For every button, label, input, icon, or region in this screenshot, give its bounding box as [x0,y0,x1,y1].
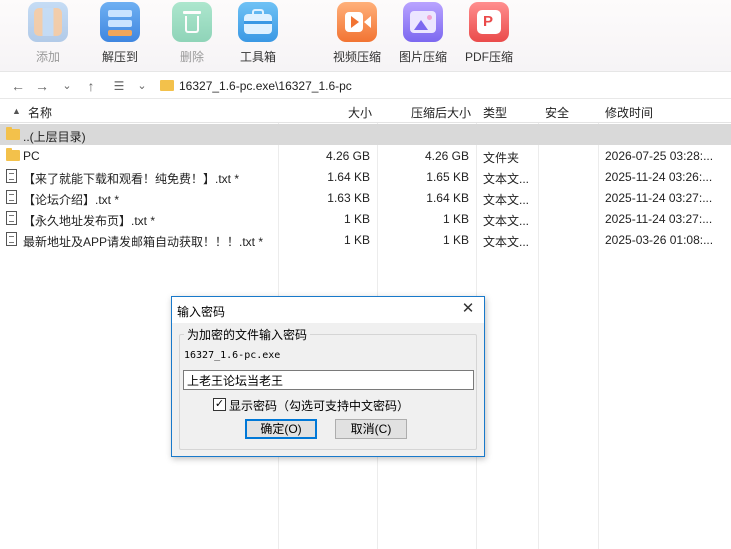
view-list-icon[interactable]: ☰ [110,76,128,96]
file-name: PC [23,149,40,163]
file-type: 文本文... [483,214,530,228]
address-bar: ← → ⌄ ↑ ☰ ⌄ 16327_1.6-pc.exe\16327_1.6-p… [0,73,731,99]
up-arrow-icon[interactable]: ↑ [82,76,100,96]
view-dropdown-icon[interactable]: ⌄ [133,76,151,96]
column-header-packed-size[interactable]: 压缩后大小 [377,104,471,121]
toolbox-icon [238,2,278,42]
file-modified: 2025-11-24 03:26:... [605,170,713,184]
file-name: 【论坛介绍】.txt * [23,193,120,207]
ok-button[interactable]: 确定(O) [245,419,317,439]
delete-label: 删除 [179,50,204,64]
group-label: 为加密的文件输入密码 [184,326,311,343]
file-name: 最新地址及APP请发邮箱自动获取！！！.txt * [23,235,264,249]
file-type: 文本文... [483,193,530,207]
path-text: 16327_1.6-pc.exe\16327_1.6-pc [179,79,352,93]
delete-recycle-icon [172,2,212,42]
list-header: ▲ 名称 大小 压缩后大小 类型 安全 修改时间 [0,100,731,123]
file-packed-size: 1.65 KB [426,170,469,184]
text-file-icon [6,232,17,246]
close-icon[interactable]: ✕ [460,301,476,317]
sort-arrow-up-icon: ▲ [12,106,21,116]
parent-directory-row[interactable]: ..(上层目录) [0,124,731,145]
extract-to-icon [100,2,140,42]
text-file-icon [6,190,17,204]
file-packed-size: 1.64 KB [426,191,469,205]
video-compress-button[interactable]: 视频压缩 [326,2,388,68]
list-item[interactable]: 最新地址及APP请发邮箱自动获取！！！.txt * 1 KB 1 KB 文本文.… [0,229,731,250]
path-field[interactable]: 16327_1.6-pc.exe\16327_1.6-pc [156,75,731,97]
toolbox-label: 工具箱 [239,50,276,64]
folder-icon [160,80,174,91]
file-modified: 2025-11-24 03:27:... [605,191,713,205]
file-name: ..(上层目录) [23,130,86,144]
password-dialog: 输入密码 ✕ 为加密的文件输入密码 16327_1.6-pc.exe ✓ 显示密… [171,296,485,457]
file-size: 1 KB [343,212,370,226]
dialog-title: 输入密码 [177,305,226,319]
list-item[interactable]: PC 4.26 GB 4.26 GB 文件夹 2026-07-25 03:28:… [0,145,731,166]
pdf-compress-button[interactable]: P PDF压缩 [458,2,520,68]
add-archive-icon [28,2,68,42]
file-packed-size: 4.26 GB [424,149,469,163]
dialog-title-bar[interactable]: 输入密码 ✕ [172,297,484,323]
add-button[interactable]: 添加 [17,2,79,68]
file-modified: 2026-07-25 03:28:... [605,149,714,163]
file-size: 4.26 GB [325,149,370,163]
list-item[interactable]: 【来了就能下载和观看！纯免费！】.txt * 1.64 KB 1.65 KB 文… [0,166,731,187]
file-name: 【来了就能下载和观看！纯免费！】.txt * [23,172,240,186]
column-header-type[interactable]: 类型 [483,104,507,121]
text-file-icon [6,169,17,183]
image-compress-label: 图片压缩 [398,50,447,64]
column-header-size[interactable]: 大小 [278,104,372,121]
file-modified: 2025-11-24 03:27:... [605,212,713,226]
chevron-down-icon[interactable]: ⌄ [58,76,76,96]
file-modified: 2025-03-26 01:08:... [605,233,714,247]
pdf-compress-label: PDF压缩 [464,50,513,64]
video-compress-label: 视频压缩 [332,50,381,64]
folder-icon [6,127,20,140]
add-label: 添加 [35,50,60,64]
file-type: 文本文... [483,235,530,249]
file-size: 1.63 KB [327,191,370,205]
text-file-icon [6,211,17,225]
toolbar: 添加 解压到 删除 工具箱 视频压缩 图片压缩 P PDF压缩 [0,0,731,72]
extract-to-button[interactable]: 解压到 [89,2,151,68]
column-header-name[interactable]: 名称 [28,104,52,121]
file-name: 【永久地址发布页】.txt * [23,214,156,228]
archive-file-name: 16327_1.6-pc.exe [184,350,281,361]
list-item[interactable]: 【论坛介绍】.txt * 1.63 KB 1.64 KB 文本文... 2025… [0,187,731,208]
video-compress-icon [337,2,377,42]
column-header-modified[interactable]: 修改时间 [605,104,653,121]
toolbox-button[interactable]: 工具箱 [227,2,289,68]
file-packed-size: 1 KB [442,233,469,247]
image-compress-button[interactable]: 图片压缩 [392,2,454,68]
file-size: 1 KB [343,233,370,247]
image-compress-icon [403,2,443,42]
show-password-checkbox[interactable]: ✓ [213,398,226,411]
back-arrow-icon[interactable]: ← [9,76,27,96]
folder-icon [6,148,20,161]
forward-arrow-icon[interactable]: → [33,76,51,96]
file-size: 1.64 KB [327,170,370,184]
extract-to-label: 解压到 [101,50,138,64]
file-packed-size: 1 KB [442,212,469,226]
pdf-compress-icon: P [469,2,509,42]
cancel-button[interactable]: 取消(C) [335,419,407,439]
delete-button[interactable]: 删除 [161,2,223,68]
file-type: 文件夹 [483,151,520,165]
password-input[interactable] [183,370,474,390]
column-header-security[interactable]: 安全 [545,104,569,121]
show-password-label[interactable]: 显示密码（勾选可支持中文密码） [229,397,409,414]
file-type: 文本文... [483,172,530,186]
list-item[interactable]: 【永久地址发布页】.txt * 1 KB 1 KB 文本文... 2025-11… [0,208,731,229]
